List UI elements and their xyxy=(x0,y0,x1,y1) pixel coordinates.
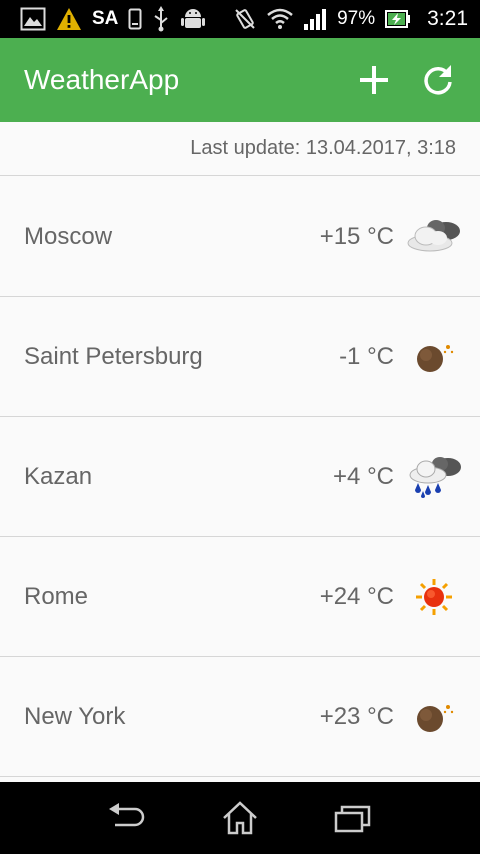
vibrate-icon xyxy=(233,7,257,31)
back-icon xyxy=(108,803,144,827)
city-temperature: +24 °C xyxy=(319,582,394,610)
battery-percent: 97% xyxy=(337,8,376,29)
last-update-text: Last update: 13.04.2017, 3:18 xyxy=(190,137,456,159)
app-title: WeatherApp xyxy=(24,64,180,95)
rain-icon xyxy=(404,447,464,507)
recent-apps-button[interactable] xyxy=(323,788,383,848)
city-temperature: +4 °C xyxy=(333,462,394,490)
clock: 3:21 xyxy=(427,7,468,30)
navigation-bar xyxy=(0,782,480,854)
warning-icon xyxy=(56,7,82,31)
sun-icon xyxy=(404,567,464,627)
home-icon xyxy=(223,801,257,835)
city-row-saint-petersburg[interactable]: Saint Petersburg -1 °C xyxy=(0,297,480,417)
cloudy-icon xyxy=(404,207,464,267)
city-row-moscow[interactable]: Moscow +15 °C xyxy=(0,177,480,297)
city-name: New York xyxy=(24,702,126,730)
refresh-icon xyxy=(424,65,452,95)
status-bar: SA 97% 3:21 xyxy=(0,0,480,38)
battery-charging-icon xyxy=(385,10,411,28)
home-button[interactable] xyxy=(210,788,270,848)
android-debug-icon xyxy=(180,6,206,32)
sim-icon xyxy=(128,8,142,30)
recent-apps-icon xyxy=(335,805,371,833)
gallery-icon xyxy=(20,7,46,31)
app-bar: WeatherApp xyxy=(0,38,480,122)
city-temperature: +23 °C xyxy=(319,702,394,730)
wifi-icon xyxy=(267,8,293,30)
plus-icon xyxy=(360,66,388,94)
city-temperature: -1 °C xyxy=(339,342,394,370)
city-row-rome[interactable]: Rome +24 °C xyxy=(0,537,480,657)
city-name: Rome xyxy=(24,582,89,610)
status-left: SA xyxy=(20,0,206,38)
refresh-button[interactable] xyxy=(416,58,460,102)
moon-icon xyxy=(404,327,464,387)
city-name: Kazan xyxy=(24,462,93,490)
city-name: Saint Petersburg xyxy=(24,342,203,370)
last-update-row: Last update: 13.04.2017, 3:18 xyxy=(0,122,480,176)
city-temperature: +15 °C xyxy=(319,222,394,250)
usb-icon xyxy=(152,6,170,32)
city-name: Moscow xyxy=(24,222,113,250)
status-right: 97% 3:21 xyxy=(233,0,468,38)
add-city-button[interactable] xyxy=(352,58,396,102)
moon-icon xyxy=(404,687,464,747)
signal-icon xyxy=(303,8,327,30)
carrier-label: SA xyxy=(92,8,119,29)
back-button[interactable] xyxy=(97,788,157,848)
city-row-new-york[interactable]: New York +23 °C xyxy=(0,657,480,777)
city-row-kazan[interactable]: Kazan +4 °C xyxy=(0,417,480,537)
city-list: Moscow +15 °C Saint Petersburg -1 °C Kaz… xyxy=(0,177,480,777)
